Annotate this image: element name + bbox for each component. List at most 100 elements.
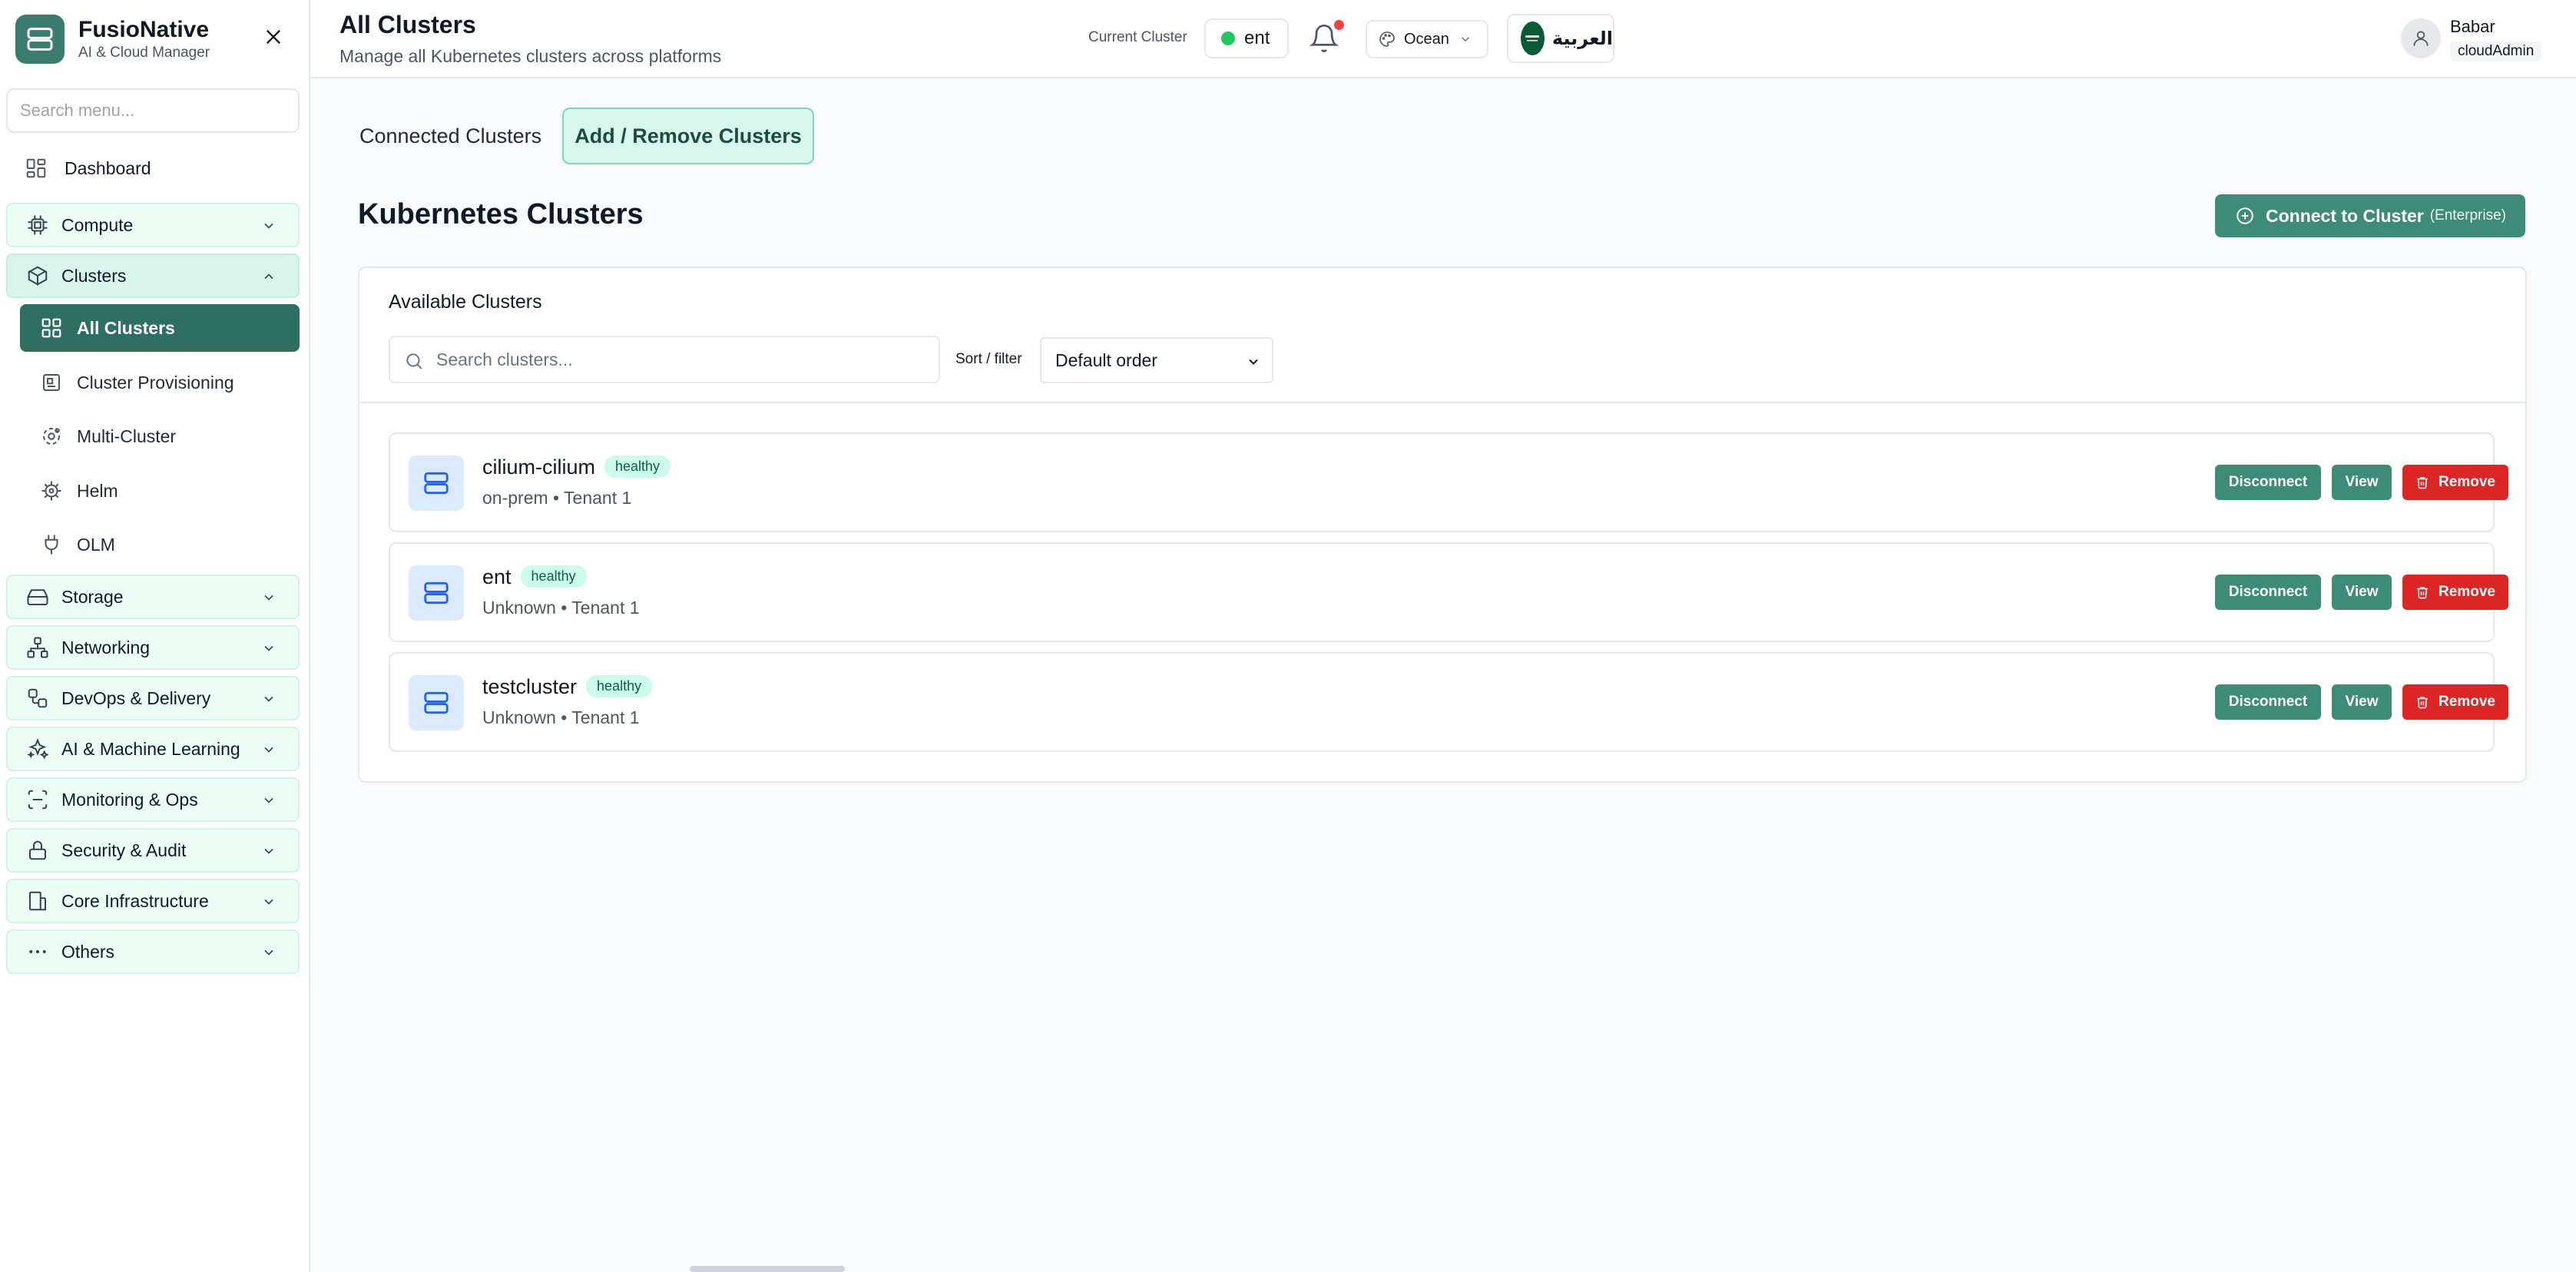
sidebar-group-storage[interactable]: Storage <box>6 575 300 619</box>
page-subtitle: Manage all Kubernetes clusters across pl… <box>339 46 722 66</box>
sidebar-group-compute[interactable]: Compute <box>6 203 300 247</box>
chevron-down-icon <box>264 595 273 601</box>
tab-add-remove-clusters[interactable]: Add / Remove Clusters <box>562 108 814 164</box>
grid-icon <box>41 318 61 338</box>
cluster-meta: Unknown • Tenant 1 <box>482 707 640 727</box>
sidebar-group-label: Security & Audit <box>61 840 187 860</box>
available-clusters-card: Available Clusters Sort / filter Default… <box>358 267 2527 783</box>
chevron-down-icon <box>264 747 273 753</box>
remove-label: Remove <box>2439 584 2495 600</box>
sidebar-item-label: Helm <box>77 480 118 501</box>
cpu-icon <box>28 215 48 235</box>
sidebar-group-label: Monitoring & Ops <box>61 789 198 810</box>
disconnect-button[interactable]: Disconnect <box>2215 684 2321 720</box>
sidebar-group-ai[interactable]: AI & Machine Learning <box>6 727 300 771</box>
lock-icon <box>29 840 46 860</box>
sidebar-item-dashboard[interactable]: Dashboard <box>6 146 300 190</box>
server-icon <box>409 455 464 511</box>
current-cluster-selector[interactable]: ent <box>1204 18 1289 58</box>
chevron-down-icon <box>1249 359 1258 365</box>
status-badge: healthy <box>520 565 587 588</box>
user-icon <box>2413 31 2429 46</box>
section-title: Kubernetes Clusters <box>358 198 644 230</box>
avatar[interactable] <box>2401 18 2441 58</box>
search-clusters-input[interactable] <box>436 337 928 382</box>
sort-select[interactable]: Default order <box>1040 337 1273 383</box>
chevron-down-icon <box>264 696 273 702</box>
search-menu-input[interactable] <box>6 88 300 133</box>
card-title: Available Clusters <box>389 291 542 313</box>
language-selector[interactable]: العربية <box>1507 14 1614 63</box>
cluster-row: cilium-cilium healthy on-prem • Tenant 1 … <box>389 432 2508 532</box>
remove-button[interactable]: Remove <box>2402 575 2508 610</box>
brand-subtitle: AI & Cloud Manager <box>78 45 210 61</box>
brand-title: FusioNative <box>78 17 210 42</box>
saudi-flag-icon <box>1521 22 1545 55</box>
sidebar-group-others[interactable]: Others <box>6 929 300 974</box>
chevron-up-icon <box>264 273 273 280</box>
current-cluster-value: ent <box>1244 28 1270 48</box>
sidebar-item-helm[interactable]: Helm <box>20 467 300 515</box>
sidebar-item-cluster-provisioning[interactable]: Cluster Provisioning <box>20 359 300 406</box>
theme-value: Ocean <box>1404 30 1449 48</box>
trash-icon <box>2417 477 2428 489</box>
server-icon <box>409 675 464 730</box>
workflow-icon <box>28 688 48 708</box>
current-cluster-label: Current Cluster <box>1088 29 1187 45</box>
sidebar-group-label: Compute <box>61 214 134 235</box>
remove-label: Remove <box>2439 694 2495 710</box>
more-horizontal-icon <box>29 950 46 953</box>
tab-connected-clusters[interactable]: Connected Clusters <box>347 108 555 164</box>
view-button[interactable]: View <box>2332 575 2392 610</box>
plug-icon <box>45 535 58 555</box>
disconnect-button[interactable]: Disconnect <box>2215 575 2321 610</box>
box-icon <box>28 266 48 286</box>
status-dot-icon <box>1221 31 1235 45</box>
user-name: Babar <box>2450 17 2495 36</box>
user-role-badge: cloudAdmin <box>2450 41 2542 61</box>
sidebar-item-label: OLM <box>77 534 115 555</box>
status-badge: healthy <box>586 675 653 698</box>
remove-label: Remove <box>2439 474 2495 490</box>
plus-circle-icon <box>2237 207 2253 224</box>
sidebar-group-label: Networking <box>61 637 151 658</box>
remove-button[interactable]: Remove <box>2402 465 2508 500</box>
chevron-down-icon <box>1461 37 1469 42</box>
cluster-name: testcluster <box>482 675 578 698</box>
sidebar-group-devops[interactable]: DevOps & Delivery <box>6 676 300 720</box>
close-sidebar-button[interactable] <box>260 23 287 51</box>
sidebar-item-multi-cluster[interactable]: Multi-Cluster <box>20 412 300 460</box>
server-icon <box>409 565 464 621</box>
sidebar-item-label: Multi-Cluster <box>77 426 177 446</box>
top-bar: All Clusters Manage all Kubernetes clust… <box>310 0 2576 78</box>
chevron-down-icon <box>264 223 273 229</box>
sidebar-group-networking[interactable]: Networking <box>6 625 300 670</box>
sidebar-item-olm[interactable]: OLM <box>20 521 300 568</box>
theme-selector[interactable]: Ocean <box>1366 20 1488 58</box>
divider <box>359 402 2525 403</box>
sidebar-group-security[interactable]: Security & Audit <box>6 828 300 873</box>
view-button[interactable]: View <box>2332 465 2392 500</box>
chevron-down-icon <box>264 899 273 905</box>
cluster-name: ent <box>482 565 512 588</box>
disconnect-button[interactable]: Disconnect <box>2215 465 2321 500</box>
sidebar-group-monitoring[interactable]: Monitoring & Ops <box>6 777 300 822</box>
sidebar-group-label: Others <box>61 941 115 962</box>
hard-drive-icon <box>27 589 48 605</box>
sidebar-group-clusters[interactable]: Clusters <box>6 253 300 298</box>
notification-badge <box>1334 20 1344 30</box>
horizontal-scrollbar[interactable] <box>690 1266 845 1272</box>
sidebar-item-all-clusters[interactable]: All Clusters <box>20 304 300 352</box>
view-button[interactable]: View <box>2332 684 2392 720</box>
trash-icon <box>2417 587 2428 599</box>
remove-button[interactable]: Remove <box>2402 684 2508 720</box>
server-logo-icon <box>15 15 65 64</box>
page-title: All Clusters <box>339 11 476 38</box>
sort-value: Default order <box>1055 349 1157 370</box>
orbit-icon <box>43 428 60 445</box>
connect-cluster-button[interactable]: Connect to Cluster (Enterprise) <box>2215 194 2525 237</box>
sidebar-group-label: Storage <box>61 586 124 607</box>
cluster-search <box>389 336 940 383</box>
sidebar-group-core-infrastructure[interactable]: Core Infrastructure <box>6 879 300 923</box>
sidebar-item-label: Cluster Provisioning <box>77 372 234 393</box>
